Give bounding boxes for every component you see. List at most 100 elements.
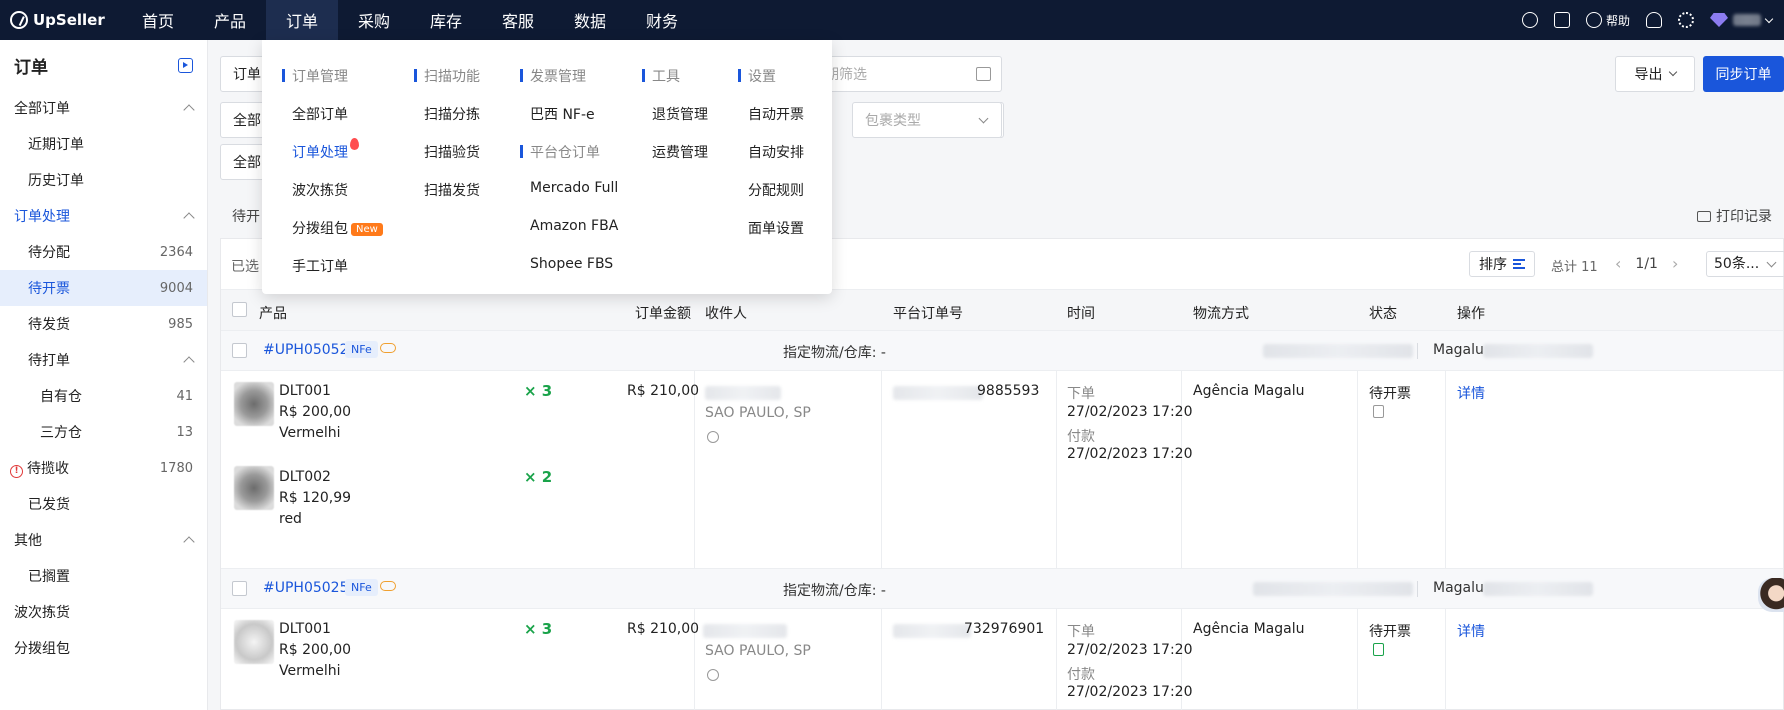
sidebar-item-on-hold[interactable]: 已搁置 bbox=[0, 558, 207, 594]
page-size-select[interactable]: 50条... bbox=[1706, 251, 1784, 277]
select-all-checkbox[interactable] bbox=[232, 302, 247, 317]
order-checkbox[interactable] bbox=[232, 343, 247, 358]
cell-divider bbox=[1056, 371, 1057, 569]
brand-logo[interactable]: UpSeller bbox=[0, 11, 122, 29]
menu-item-mercado-full[interactable]: Mercado Full bbox=[530, 180, 618, 196]
sidebar-item-label: 三方仓 bbox=[40, 425, 82, 441]
nav-home[interactable]: 首页 bbox=[122, 0, 194, 40]
col-product: 产品 bbox=[259, 306, 287, 322]
chevron-down-icon bbox=[1764, 14, 1774, 23]
menu-item-brazil-nfe[interactable]: 巴西 NF-e bbox=[530, 104, 595, 124]
sidebar-item-all-orders[interactable]: 全部订单 bbox=[0, 90, 207, 126]
sidebar-item-own-warehouse[interactable]: 自有仓 41 bbox=[0, 378, 207, 414]
sidebar-item-third-warehouse[interactable]: 三方仓 13 bbox=[0, 414, 207, 450]
order-detail-link[interactable]: 详情 bbox=[1457, 383, 1485, 403]
export-button[interactable]: 导出 bbox=[1615, 56, 1695, 92]
order-group: #UPH050252 NFe 指定物流/仓库: - Magalu DLT001 bbox=[221, 569, 1783, 710]
sidebar-item-processing[interactable]: 订单处理 bbox=[0, 198, 207, 234]
sidebar-item-to-print[interactable]: 待打单 bbox=[0, 342, 207, 378]
product-price: R$ 200,00 bbox=[279, 642, 352, 658]
menu-item-wave-picking[interactable]: 波次拣货 bbox=[292, 180, 348, 200]
menu-heading: 设置 bbox=[738, 66, 776, 86]
product-image[interactable] bbox=[234, 382, 274, 426]
print-records-link[interactable]: 打印记录 bbox=[1697, 206, 1772, 226]
globe-icon[interactable] bbox=[1521, 12, 1538, 28]
recipient-city: SAO PAULO, SP bbox=[705, 643, 811, 659]
nav-data[interactable]: 数据 bbox=[554, 0, 626, 40]
menu-item-manual-order[interactable]: 手工订单 bbox=[292, 256, 348, 276]
help-label: 帮助 bbox=[1605, 13, 1630, 28]
menu-item-order-processing[interactable]: 订单处理 bbox=[292, 138, 359, 162]
menu-item-scan-sort[interactable]: 扫描分拣 bbox=[424, 104, 480, 124]
chevron-up-icon bbox=[183, 104, 195, 116]
sidebar-item-shipped[interactable]: 已发货 bbox=[0, 486, 207, 522]
menu-item-scan-verify[interactable]: 扫描验货 bbox=[424, 142, 480, 162]
menu-item-sorting-packing[interactable]: 分拨组包 New bbox=[292, 218, 383, 238]
cell-divider bbox=[1445, 609, 1446, 710]
order-checkbox[interactable] bbox=[232, 581, 247, 596]
menu-item-returns[interactable]: 退货管理 bbox=[652, 104, 708, 124]
sidebar-item-other[interactable]: 其他 bbox=[0, 522, 207, 558]
select-value: 全部 bbox=[233, 155, 261, 171]
collapse-sidebar-icon[interactable] bbox=[178, 57, 193, 73]
upseller-logo-icon bbox=[10, 11, 28, 29]
nav-orders[interactable]: 订单 bbox=[266, 0, 338, 40]
package-type-select[interactable]: 包裹类型 bbox=[852, 102, 1002, 138]
account-menu[interactable] bbox=[1710, 13, 1774, 27]
sidebar-item-to-invoice[interactable]: 待开票 9004 bbox=[0, 270, 207, 306]
tab-to-invoice[interactable]: 待开 bbox=[232, 206, 260, 226]
menu-item-assign-rules[interactable]: 分配规则 bbox=[748, 180, 804, 200]
sidebar-item-to-assign[interactable]: 待分配 2364 bbox=[0, 234, 207, 270]
menu-item-auto-invoice[interactable]: 自动开票 bbox=[748, 104, 804, 124]
nav-finance[interactable]: 财务 bbox=[626, 0, 698, 40]
chevron-down-icon bbox=[978, 113, 989, 124]
menu-item-auto-arrange[interactable]: 自动安排 bbox=[748, 142, 804, 162]
sidebar-item-to-pickup[interactable]: ! 待揽收 1780 bbox=[0, 450, 207, 486]
assistant-avatar[interactable] bbox=[1758, 578, 1784, 612]
help-button[interactable]: 帮助 bbox=[1585, 12, 1630, 29]
menu-item-freight[interactable]: 运费管理 bbox=[652, 142, 708, 162]
sidebar-item-to-ship[interactable]: 待发货 985 bbox=[0, 306, 207, 342]
sort-button[interactable]: 排序 bbox=[1469, 251, 1535, 277]
cell-divider bbox=[1445, 371, 1446, 569]
product-image[interactable] bbox=[234, 620, 274, 664]
prev-page-icon[interactable]: ‹ bbox=[1615, 254, 1621, 273]
nav-customer-service[interactable]: 客服 bbox=[482, 0, 554, 40]
product-image[interactable] bbox=[234, 466, 274, 510]
product-quantity: × 2 bbox=[524, 468, 553, 486]
menu-item-amazon-fba[interactable]: Amazon FBA bbox=[530, 218, 618, 234]
sidebar-item-wave-picking[interactable]: 波次拣货 bbox=[0, 594, 207, 630]
printer-icon bbox=[1697, 210, 1711, 222]
menu-item-scan-ship[interactable]: 扫描发货 bbox=[424, 180, 480, 200]
apps-icon[interactable] bbox=[1553, 12, 1570, 28]
next-page-icon[interactable]: › bbox=[1672, 254, 1678, 273]
sync-orders-button[interactable]: 同步订单 bbox=[1703, 56, 1784, 92]
cell-divider bbox=[1357, 371, 1358, 569]
sidebar-title: 订单 bbox=[14, 57, 48, 78]
calendar-icon bbox=[976, 67, 991, 81]
bell-icon[interactable] bbox=[1646, 12, 1662, 28]
menu-item-all-orders[interactable]: 全部订单 bbox=[292, 104, 348, 124]
menu-heading: 订单管理 bbox=[282, 66, 348, 86]
order-number-link[interactable]: #UPH050525 bbox=[263, 342, 357, 358]
order-detail-link[interactable]: 详情 bbox=[1457, 621, 1485, 641]
sidebar-item-recent-orders[interactable]: 近期订单 bbox=[0, 126, 207, 162]
select-value: 全部 bbox=[233, 113, 261, 129]
order-group: #UPH050525 NFe 指定物流/仓库: - Magalu DLT001 bbox=[221, 331, 1783, 569]
invoice-doc-icon[interactable] bbox=[1373, 405, 1384, 418]
recipient-name-redacted bbox=[705, 386, 781, 400]
assigned-logistics: 指定物流/仓库: - bbox=[783, 345, 886, 361]
recipient-name-redacted bbox=[703, 624, 787, 638]
nav-purchase[interactable]: 采购 bbox=[338, 0, 410, 40]
menu-item-shopee-fbs[interactable]: Shopee FBS bbox=[530, 256, 613, 272]
nav-inventory[interactable]: 库存 bbox=[410, 0, 482, 40]
menu-item-label-settings[interactable]: 面单设置 bbox=[748, 218, 804, 238]
sidebar-item-sorting-packing[interactable]: 分拨组包 bbox=[0, 630, 207, 666]
order-status: 待开票 bbox=[1369, 624, 1411, 640]
order-number-link[interactable]: #UPH050252 bbox=[263, 580, 357, 596]
gear-icon[interactable] bbox=[1678, 12, 1694, 28]
invoice-doc-icon[interactable] bbox=[1373, 643, 1384, 656]
cell-divider bbox=[881, 371, 882, 569]
nav-products[interactable]: 产品 bbox=[194, 0, 266, 40]
sidebar-item-history-orders[interactable]: 历史订单 bbox=[0, 162, 207, 198]
